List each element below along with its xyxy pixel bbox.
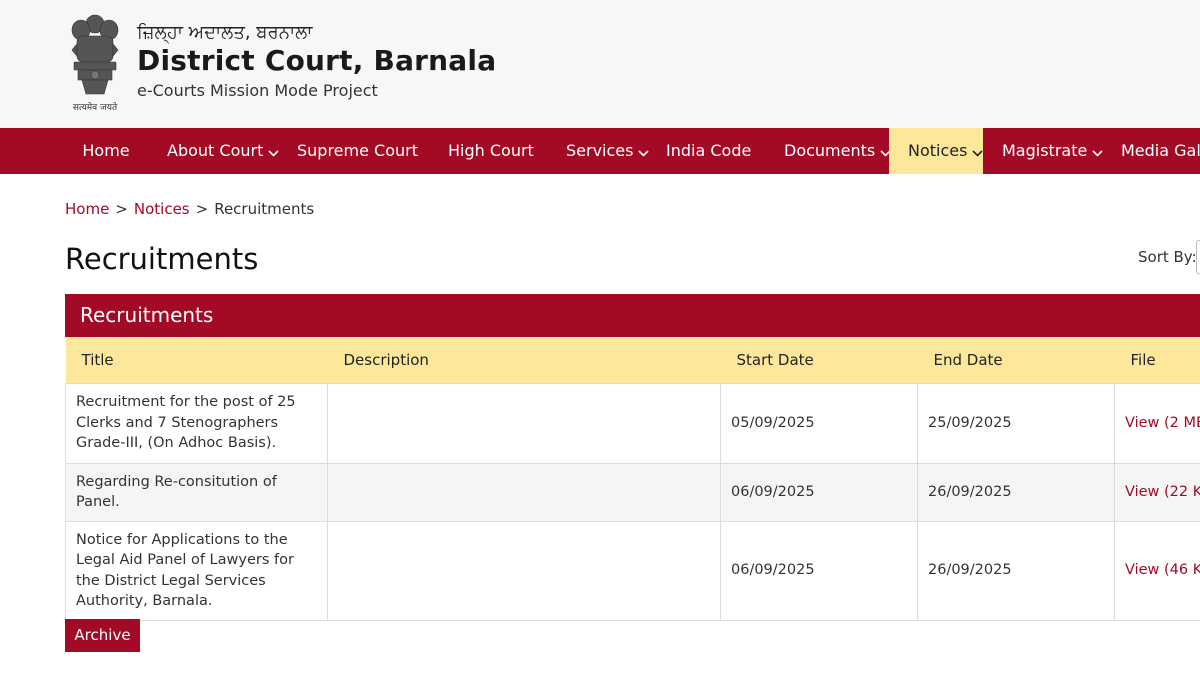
column-header-file[interactable]: File (1114, 337, 1200, 383)
cell-title: Recruitment for the post of 25 Clerks an… (65, 382, 328, 464)
breadcrumb-current: Recruitments (214, 200, 315, 218)
view-file-link[interactable]: View (46 KB) (1125, 562, 1200, 578)
emblem-motto: सत्यमेव जयते (72, 103, 118, 113)
cell-start-date: 05/09/2025 (720, 382, 918, 464)
nav-item-notices[interactable]: Notices (889, 128, 984, 175)
chevron-down-icon (972, 129, 984, 175)
chevron-down-icon (268, 129, 279, 175)
nav-label: Home (82, 141, 130, 160)
nav-item-high-court[interactable]: High Court (448, 128, 534, 174)
cell-file: View (46 KB) (1114, 520, 1200, 621)
column-header-title[interactable]: Title (65, 337, 328, 383)
table-row: Notice for Applications to the Legal Aid… (65, 520, 1200, 621)
court-name-native: ਜ਼ਿਲ੍ਹਾ ਅਦਾਲਤ, ਬਰਨਾਲਾ (137, 22, 313, 43)
cell-file: View (22 KB) (1114, 462, 1200, 522)
nav-item-india-code[interactable]: India Code (666, 128, 751, 174)
nav-item-home[interactable]: Home (64, 128, 148, 174)
cell-description (327, 382, 721, 464)
nav-label: Supreme Court (297, 141, 418, 160)
cell-start-date: 06/09/2025 (720, 520, 918, 621)
cell-description (327, 462, 721, 522)
view-file-link[interactable]: View (22 KB) (1125, 484, 1200, 500)
nav-label: Services (566, 141, 634, 160)
cell-description (327, 520, 721, 621)
sort-by-select[interactable] (1196, 240, 1200, 274)
breadcrumb-separator: > (195, 200, 209, 218)
cell-end-date: 26/09/2025 (917, 520, 1115, 621)
site-header: सत्यमेव जयते ਜ਼ਿਲ੍ਹਾ ਅਦਾਲਤ, ਬਰਨਾਲਾ Distr… (0, 0, 1200, 128)
court-subtitle: e-Courts Mission Mode Project (137, 81, 378, 100)
view-file-link[interactable]: View (2 MB) (1125, 415, 1200, 431)
breadcrumb-home-link[interactable]: Home (65, 200, 109, 218)
cell-title: Notice for Applications to the Legal Aid… (65, 520, 328, 621)
nav-item-about-court[interactable]: About Court (167, 128, 279, 174)
chevron-down-icon (638, 129, 650, 175)
breadcrumb: Home > Notices > Recruitments (65, 200, 314, 218)
table-header-row: Title Description Start Date End Date Fi… (65, 337, 1200, 383)
cell-title: Regarding Re-consitution of Panel. (65, 462, 328, 522)
nav-item-services[interactable]: Services (566, 128, 650, 175)
sort-by-label: Sort By: (1138, 248, 1197, 266)
national-emblem-logo[interactable]: सत्यमेव जयते (64, 10, 126, 116)
column-header-start-date[interactable]: Start Date (720, 337, 918, 383)
cell-end-date: 25/09/2025 (917, 382, 1115, 464)
nav-label: About Court (167, 141, 264, 160)
chevron-down-icon (1092, 129, 1103, 175)
nav-label: Documents (784, 141, 876, 160)
recruitments-table: Title Description Start Date End Date Fi… (65, 337, 1200, 621)
column-header-description[interactable]: Description (327, 337, 721, 383)
recruitments-panel-title: Recruitments (65, 294, 1200, 337)
nav-label: Magistrate (1002, 141, 1088, 160)
court-title[interactable]: District Court, Barnala (137, 44, 496, 77)
nav-item-magistrate[interactable]: Magistrate (1002, 128, 1103, 174)
column-header-end-date[interactable]: End Date (917, 337, 1115, 383)
cell-end-date: 26/09/2025 (917, 462, 1115, 522)
breadcrumb-notices-link[interactable]: Notices (134, 200, 190, 218)
nav-item-documents[interactable]: Documents (784, 128, 891, 174)
page-title: Recruitments (65, 242, 259, 276)
nav-label: Media Gallery (1121, 141, 1200, 160)
main-navigation: Home About Court Supreme Court High Cour… (0, 128, 1200, 174)
nav-label: High Court (448, 141, 534, 160)
nav-label: Notices (908, 141, 968, 160)
lion-capital-icon (71, 14, 119, 95)
nav-label: India Code (666, 141, 752, 160)
breadcrumb-separator: > (115, 200, 128, 218)
cell-start-date: 06/09/2025 (720, 462, 918, 522)
table-row: Regarding Re-consitution of Panel. 06/09… (65, 462, 1200, 522)
archive-button[interactable]: Archive (65, 619, 140, 652)
nav-item-supreme-court[interactable]: Supreme Court (297, 128, 418, 174)
nav-item-media-gallery[interactable]: Media Gallery (1121, 128, 1200, 174)
table-row: Recruitment for the post of 25 Clerks an… (65, 382, 1200, 464)
cell-file: View (2 MB) (1114, 382, 1200, 464)
